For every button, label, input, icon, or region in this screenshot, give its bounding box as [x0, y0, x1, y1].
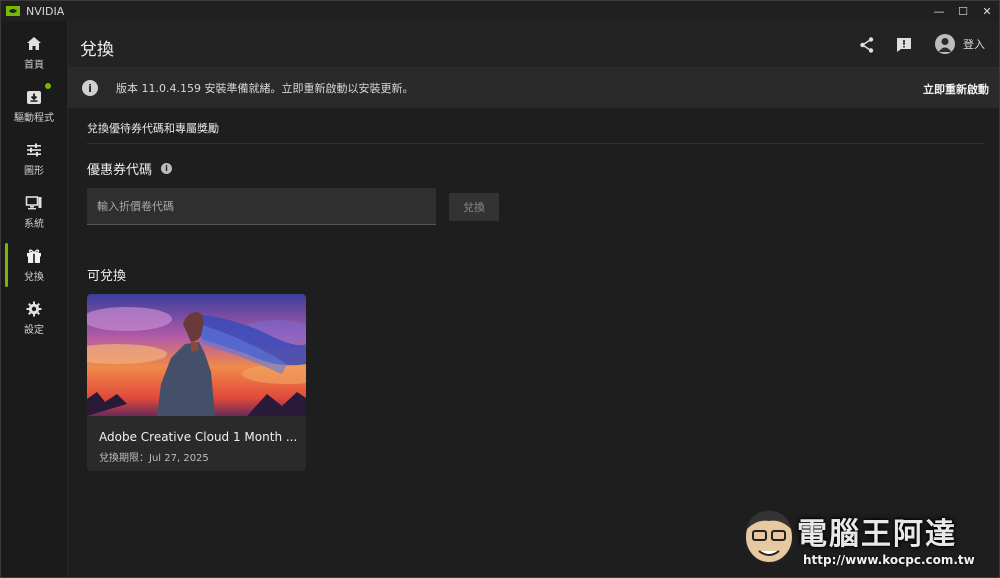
sidebar-item-redeem[interactable]: 兌換 [1, 239, 67, 291]
sidebar-item-label: 系統 [24, 219, 44, 230]
watermark-url: http://www.kocpc.com.tw [803, 553, 975, 567]
login-button[interactable]: 登入 [935, 34, 985, 54]
redeem-button[interactable]: 兌換 [449, 193, 499, 221]
app-title: NVIDIA [26, 4, 65, 18]
available-label: 可兌換 [87, 269, 127, 284]
page-title: 兌換 [80, 40, 114, 60]
avatar [935, 34, 955, 54]
reward-title: Adobe Creative Cloud 1 Month ... [99, 430, 298, 444]
gift-icon [27, 249, 41, 263]
sidebar-item-label: 首頁 [24, 60, 44, 71]
sidebar-item-system[interactable]: 系統 [1, 186, 67, 238]
title-bar: NVIDIA — ☐ ✕ [1, 1, 999, 21]
sidebar-item-graphics[interactable]: 圖形 [1, 133, 67, 185]
sidebar-item-settings[interactable]: 設定 [1, 292, 67, 344]
reward-image [87, 294, 306, 416]
app-window: NVIDIA — ☐ ✕ 首頁 驅動程式 圖形 系統 兌換 設定 兌換 登入 i… [0, 0, 1000, 578]
sidebar-item-label: 兌換 [24, 272, 44, 283]
info-icon[interactable]: i [161, 163, 173, 174]
login-label: 登入 [963, 38, 985, 51]
reward-card[interactable]: Adobe Creative Cloud 1 Month ... 兌換期限：Ju… [87, 294, 306, 471]
user-icon [938, 38, 952, 52]
sidebar-item-label: 驅動程式 [14, 113, 54, 124]
info-icon: i [82, 80, 98, 96]
sidebar-item-label: 圖形 [24, 166, 44, 177]
monitor-icon [25, 196, 42, 210]
divider [87, 143, 984, 144]
update-message: 版本 11.0.4.159 安裝準備就緒。立即重新啟動以安裝更新。 [116, 82, 414, 95]
coupon-label-text: 優惠券代碼 [87, 163, 153, 178]
maximize-button[interactable]: ☐ [951, 1, 975, 21]
driver-download-icon [27, 91, 41, 104]
home-icon [27, 37, 41, 50]
nvidia-logo-icon [6, 6, 20, 16]
update-badge [45, 83, 51, 89]
sidebar-item-home[interactable]: 首頁 [1, 27, 67, 79]
sidebar: 首頁 驅動程式 圖形 系統 兌換 設定 [1, 21, 68, 577]
section-title: 兌換優待券代碼和專屬獎勵 [87, 122, 219, 135]
coupon-label: 優惠券代碼 i [87, 159, 173, 178]
sliders-icon [27, 143, 41, 157]
reward-expiry: 兌換期限：Jul 27, 2025 [99, 453, 209, 464]
watermark-text: 電腦王阿達 [797, 517, 957, 552]
watermark: 電腦王阿達 http://www.kocpc.com.tw [741, 503, 993, 573]
window-controls: — ☐ ✕ [927, 1, 999, 21]
minimize-button[interactable]: — [927, 1, 951, 21]
restart-now-button[interactable]: 立即重新啟動 [923, 81, 989, 97]
sidebar-item-label: 設定 [24, 325, 44, 336]
mascot-icon [744, 510, 794, 564]
gear-icon [26, 301, 42, 317]
close-button[interactable]: ✕ [975, 1, 999, 21]
coupon-input[interactable] [87, 188, 436, 225]
update-banner: i 版本 11.0.4.159 安裝準備就緒。立即重新啟動以安裝更新。 立即重新… [68, 68, 999, 108]
feedback-icon[interactable] [895, 36, 913, 54]
page-header: 兌換 登入 [68, 21, 999, 68]
sidebar-item-drivers[interactable]: 驅動程式 [1, 80, 67, 132]
share-icon[interactable] [858, 36, 876, 54]
